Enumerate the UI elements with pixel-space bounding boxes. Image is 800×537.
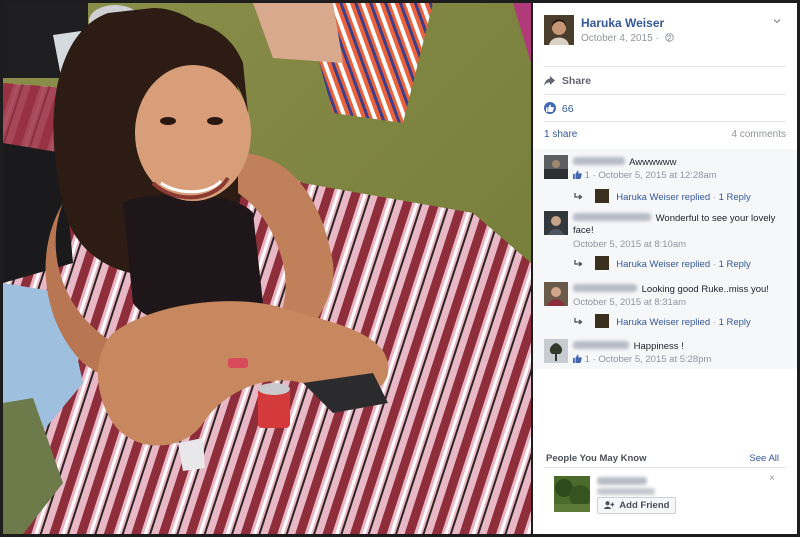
comment-count[interactable]: 4 comments [732, 129, 786, 140]
like-count[interactable]: 66 [562, 103, 574, 115]
chevron-down-icon[interactable] [773, 17, 781, 25]
comment-text: Awwwwww [629, 157, 677, 168]
commenter-name-blurred[interactable] [573, 341, 629, 349]
reply-avatar [594, 256, 609, 270]
suggested-friend-name-blurred[interactable] [597, 477, 647, 485]
post-timestamp[interactable]: October 4, 2015 · [581, 33, 674, 44]
add-friend-icon [604, 501, 614, 509]
comment-like-count[interactable]: 1 [585, 170, 590, 181]
commenter-avatar[interactable] [544, 339, 568, 363]
add-friend-label: Add Friend [619, 500, 670, 511]
separator: · [592, 354, 596, 365]
separator: · [712, 259, 716, 270]
divider [544, 66, 786, 67]
date-separator: · [655, 33, 659, 44]
comment-time[interactable]: October 5, 2015 at 5:28pm [598, 354, 711, 365]
close-icon[interactable]: × [769, 473, 775, 484]
comment-time[interactable]: October 5, 2015 at 12:28am [598, 170, 716, 181]
reply-verb: replied [681, 259, 711, 270]
share-icon [544, 76, 555, 86]
comment-meta: October 5, 2015 at 8:31am [573, 297, 686, 308]
reply-author[interactable]: Haruka Weiser [616, 259, 679, 270]
reply-count[interactable]: 1 Reply [719, 192, 751, 203]
globe-icon [664, 33, 674, 42]
mutual-friends-blurred[interactable] [597, 488, 655, 495]
reply-arrow-icon [574, 193, 583, 200]
reply-link[interactable]: Haruka Weiser replied · 1 Reply [574, 314, 751, 328]
reply-avatar [594, 189, 609, 203]
like-icon [573, 354, 582, 363]
post-date[interactable]: October 4, 2015 [581, 33, 653, 44]
post-side-panel: Haruka Weiser October 4, 2015 · Share 66… [533, 3, 797, 534]
author-name[interactable]: Haruka Weiser [581, 16, 664, 30]
comment-text: Happiness ! [633, 341, 684, 352]
author-avatar[interactable] [544, 15, 574, 45]
divider [544, 121, 786, 122]
photo-image [3, 3, 531, 534]
comments-section: Awwwwww 1 · October 5, 2015 at 12:28am H… [533, 149, 797, 369]
comment-meta: 1 · October 5, 2015 at 12:28am [573, 170, 717, 181]
post-photo[interactable] [3, 3, 531, 534]
share-count[interactable]: 1 share [544, 129, 577, 140]
reply-count[interactable]: 1 Reply [719, 317, 751, 328]
comment-meta: 1 · October 5, 2015 at 5:28pm [573, 354, 711, 365]
see-all-link[interactable]: See All [749, 453, 779, 464]
share-label: Share [561, 75, 592, 87]
comment-time[interactable]: October 5, 2015 at 8:31am [573, 297, 686, 308]
reply-link[interactable]: Haruka Weiser replied · 1 Reply [574, 189, 751, 203]
comment-body: Wonderful to see your lovely face! [573, 213, 783, 237]
reply-author[interactable]: Haruka Weiser [616, 317, 679, 328]
reply-arrow-icon [574, 318, 583, 325]
like-icon [573, 170, 582, 179]
separator: · [712, 192, 716, 203]
add-friend-button[interactable]: Add Friend [597, 497, 677, 514]
commenter-avatar[interactable] [544, 211, 568, 235]
comment-body: Awwwwww [573, 157, 783, 169]
divider [544, 467, 786, 468]
reply-count[interactable]: 1 Reply [719, 259, 751, 270]
avatar-image [544, 15, 574, 45]
reply-link[interactable]: Haruka Weiser replied · 1 Reply [574, 256, 751, 270]
reply-verb: replied [681, 192, 711, 203]
reply-author[interactable]: Haruka Weiser [616, 192, 679, 203]
engagement-counts: 1 share 4 comments [544, 129, 786, 140]
like-summary[interactable]: 66 [544, 102, 574, 115]
comment-body: Happiness ! [573, 341, 783, 353]
pymk-title: People You May Know [546, 453, 647, 464]
suggested-friend-avatar[interactable] [554, 476, 590, 512]
commenter-name-blurred[interactable] [573, 213, 651, 221]
like-icon [544, 102, 556, 114]
commenter-avatar[interactable] [544, 155, 568, 179]
share-button[interactable]: Share [544, 75, 591, 87]
comment-body: Looking good Ruke..miss you! [573, 284, 783, 296]
commenter-name-blurred[interactable] [573, 284, 637, 292]
reply-avatar [594, 314, 609, 328]
comment-meta: October 5, 2015 at 8:10am [573, 239, 686, 250]
separator: · [592, 170, 596, 181]
commenter-name-blurred[interactable] [573, 157, 625, 165]
comment-time[interactable]: October 5, 2015 at 8:10am [573, 239, 686, 250]
reply-verb: replied [681, 317, 711, 328]
comment-text: Looking good Ruke..miss you! [641, 284, 769, 295]
separator: · [712, 317, 716, 328]
reply-arrow-icon [574, 260, 583, 267]
comment-like-count[interactable]: 1 [585, 354, 590, 365]
divider [544, 94, 786, 95]
commenter-avatar[interactable] [544, 282, 568, 306]
